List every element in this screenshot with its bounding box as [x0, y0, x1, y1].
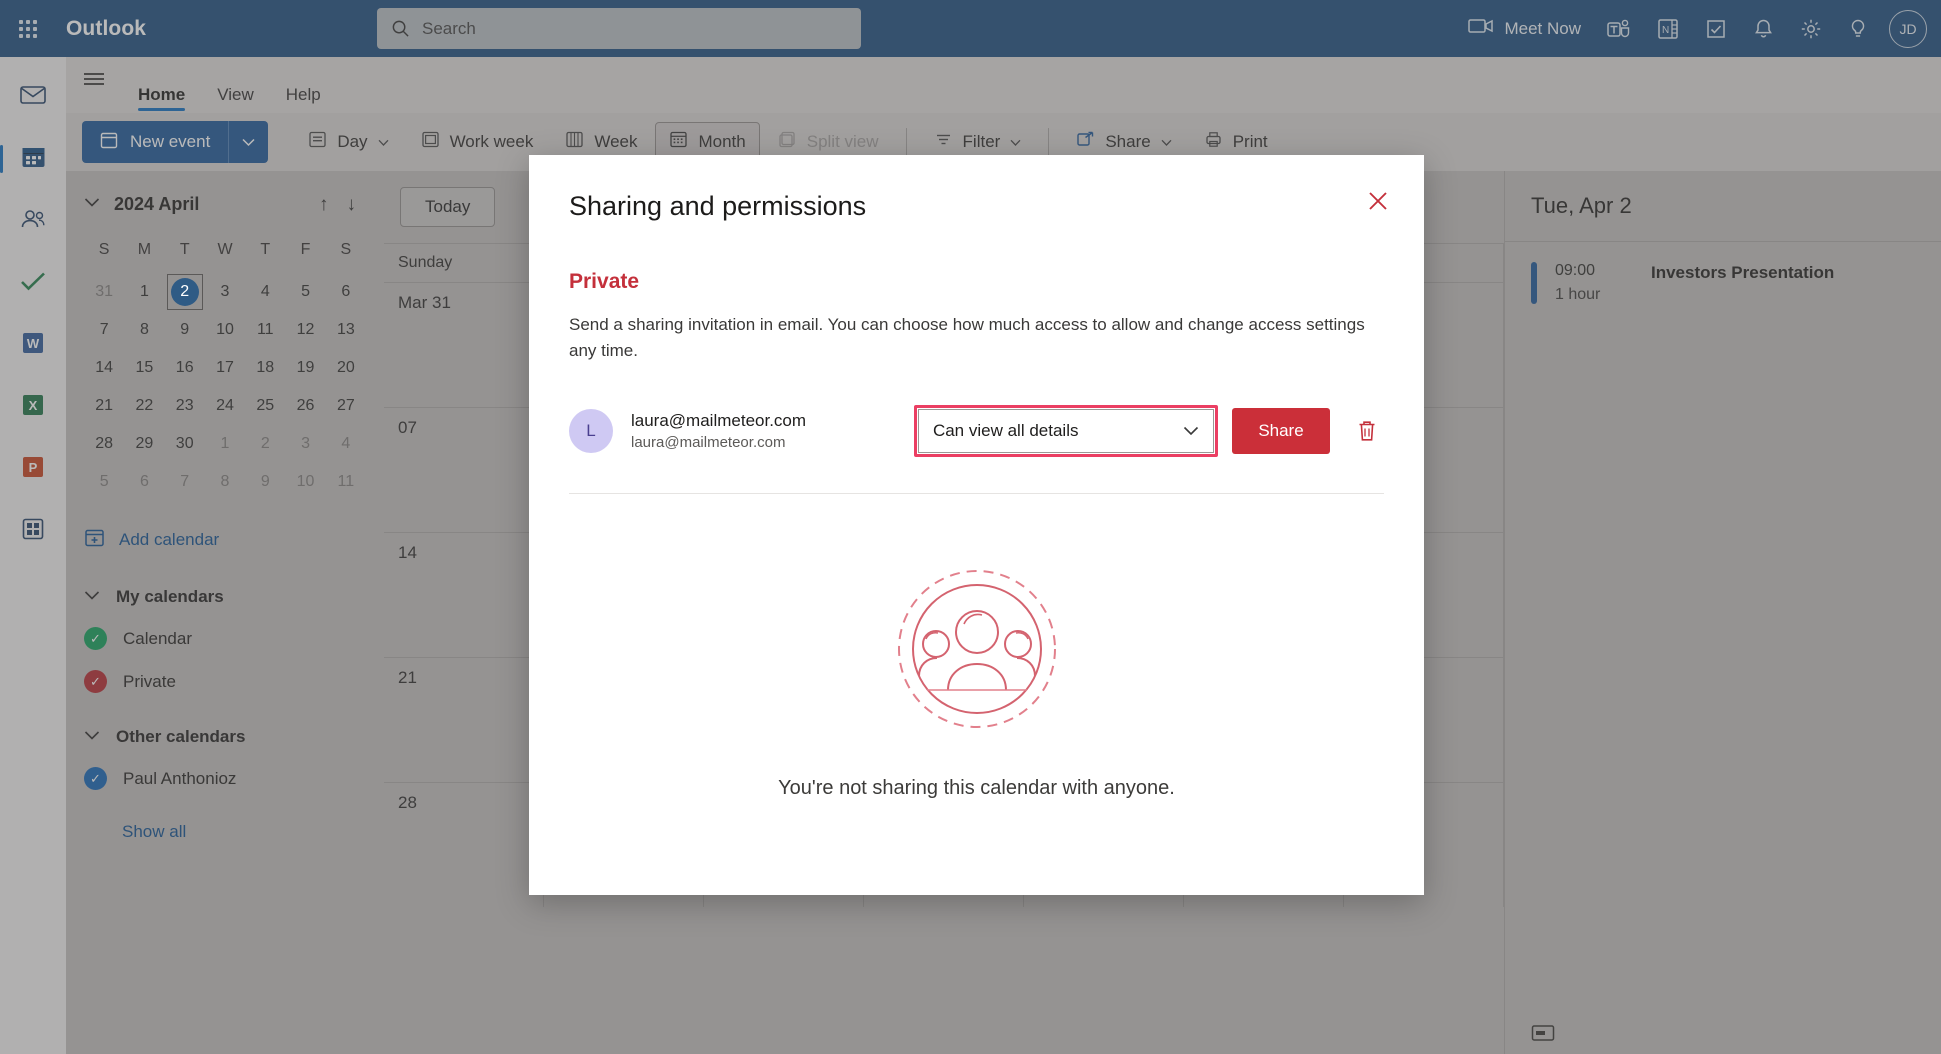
permission-dropdown[interactable]: Can view all details	[917, 408, 1214, 453]
person-email: laura@mailmeteor.com	[631, 433, 786, 451]
share-submit-button[interactable]: Share	[1231, 407, 1331, 454]
empty-state: You're not sharing this calendar with an…	[569, 564, 1384, 800]
empty-state-text: You're not sharing this calendar with an…	[778, 776, 1175, 799]
sharing-permissions-dialog: Sharing and permissions Private Send a s…	[529, 155, 1424, 895]
person-info: laura@mailmeteor.com laura@mailmeteor.co…	[631, 411, 914, 451]
dialog-description: Send a sharing invitation in email. You …	[569, 315, 1365, 361]
chevron-down-icon[interactable]	[1183, 421, 1199, 441]
person-name: laura@mailmeteor.com	[631, 410, 807, 430]
permission-highlight-outline: Can view all details	[913, 404, 1218, 457]
trash-icon[interactable]	[1350, 413, 1384, 449]
outlook-calendar-app: Outlook Meet Now N	[0, 0, 1941, 1054]
person-avatar: L	[569, 408, 613, 453]
people-circle-illustration	[892, 564, 1062, 739]
calendar-name-heading: Private	[569, 270, 640, 293]
dialog-title: Sharing and permissions	[569, 191, 867, 221]
permission-value: Can view all details	[932, 420, 1079, 440]
share-permission-row: L laura@mailmeteor.com laura@mailmeteor.…	[569, 404, 1384, 494]
close-icon[interactable]	[1358, 181, 1398, 221]
